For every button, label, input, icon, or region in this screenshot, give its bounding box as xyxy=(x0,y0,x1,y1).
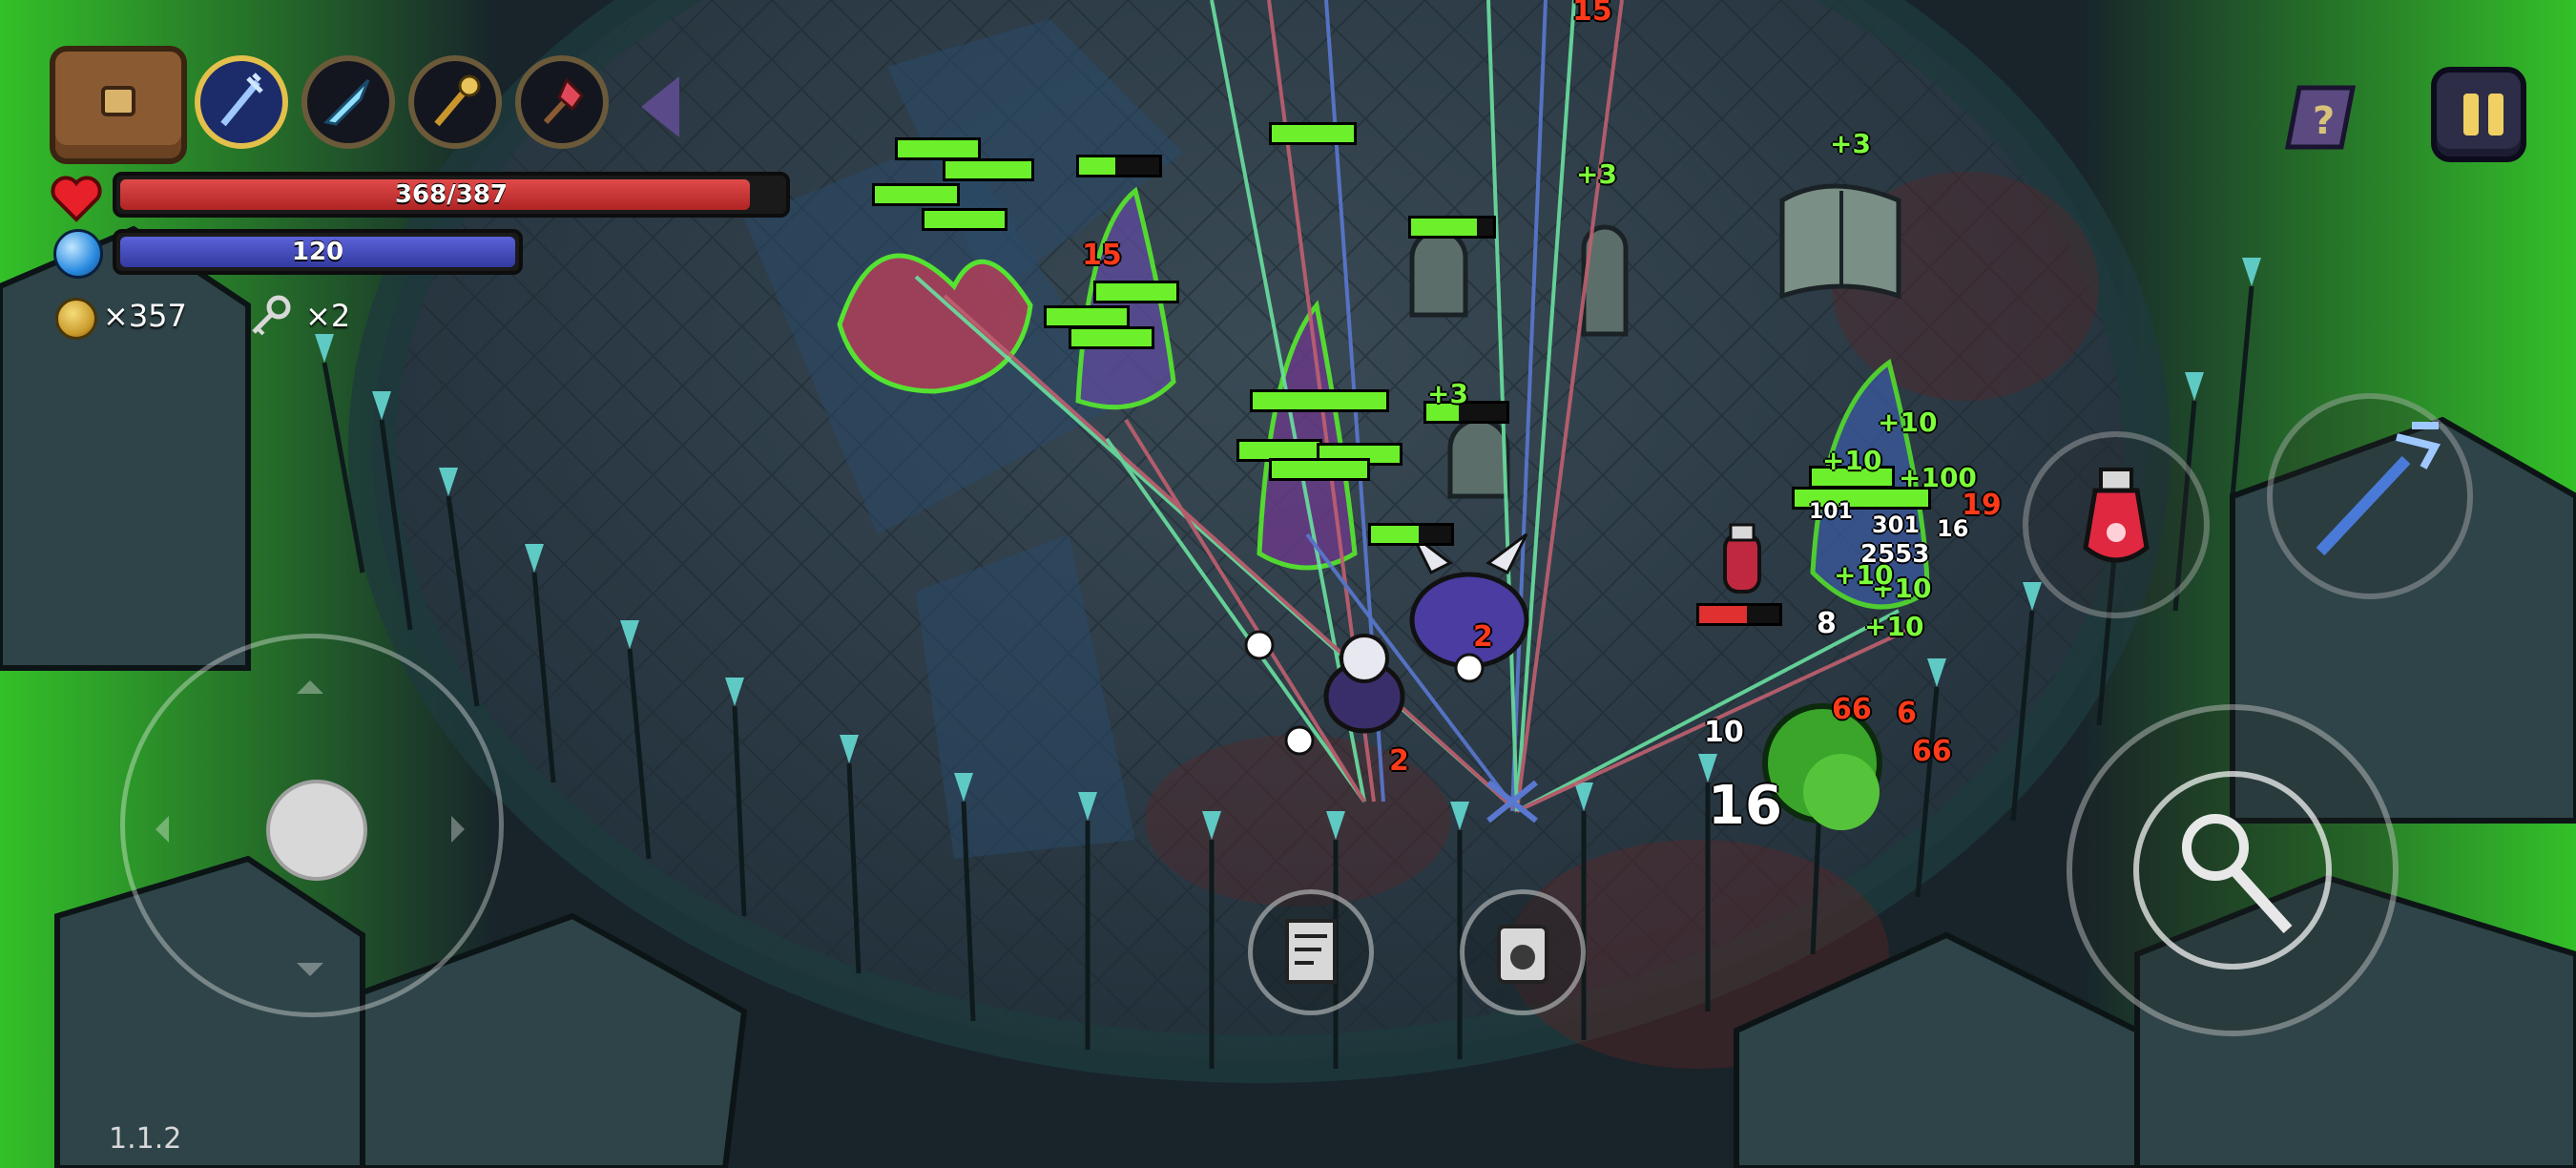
triangle-left-icon[interactable] xyxy=(641,76,679,137)
golden-staff-icon xyxy=(434,74,481,127)
enemy-health-bar xyxy=(1269,458,1370,481)
damage-number: 19 xyxy=(1962,489,2002,522)
weapon-slot-4[interactable] xyxy=(515,55,609,149)
damage-number: 16 xyxy=(1708,775,1782,837)
damage-number: 2 xyxy=(1389,744,1409,778)
coin-icon xyxy=(55,298,97,340)
trident-icon xyxy=(220,73,263,127)
camera-icon xyxy=(1497,925,1548,984)
enemy-health-bar xyxy=(1696,603,1782,626)
enemy-health-bar xyxy=(922,208,1008,231)
pause-icon-bar xyxy=(2488,94,2503,136)
heal-number: +3 xyxy=(1427,378,1468,409)
camera-button[interactable] xyxy=(1460,889,1586,1015)
damage-number: 301 xyxy=(1872,511,1921,538)
chevron-left-icon xyxy=(142,816,169,843)
damage-number: 66 xyxy=(1832,693,1872,726)
enemy-health-bar xyxy=(1076,155,1162,177)
spell-book xyxy=(1779,183,1901,300)
scroll-button[interactable] xyxy=(1248,889,1374,1015)
question-book-icon[interactable]: ? xyxy=(2275,74,2362,162)
heal-number: +3 xyxy=(1576,158,1617,190)
chevron-up-icon xyxy=(297,667,323,694)
pause-icon xyxy=(2463,94,2479,136)
health-bar: 368/387 xyxy=(113,172,790,218)
enemy-health-bar xyxy=(1269,122,1357,145)
enemy-health-bar xyxy=(1368,523,1454,546)
svg-text:?: ? xyxy=(2313,99,2335,143)
damage-number: 15 xyxy=(1082,239,1122,272)
damage-number: 101 xyxy=(1809,500,1853,524)
staff-attack-icon xyxy=(2182,814,2293,934)
damage-number: 2 xyxy=(1473,620,1493,654)
key-icon xyxy=(252,295,291,336)
heal-number: +10 xyxy=(1822,445,1882,476)
ice-blade-icon xyxy=(322,78,370,126)
movement-joystick[interactable] xyxy=(120,634,504,1017)
damage-number: 2553 xyxy=(1860,540,1930,569)
weapon-swap-button[interactable] xyxy=(2267,393,2473,599)
damage-number: 15 xyxy=(1572,0,1612,28)
joystick-knob[interactable] xyxy=(266,780,367,881)
trident-swap-icon xyxy=(2316,422,2441,556)
health-potion-icon xyxy=(2083,468,2150,563)
heal-number: +3 xyxy=(1830,128,1871,159)
heart-icon xyxy=(51,176,102,222)
potion-pickup xyxy=(1723,523,1761,594)
weapon-slot-3[interactable] xyxy=(408,55,502,149)
crimson-crystal-icon xyxy=(543,77,584,125)
potion-button[interactable] xyxy=(2023,431,2210,618)
scroll-icon xyxy=(1285,919,1337,984)
heal-number: +10 xyxy=(1864,611,1924,642)
enemy-health-bar xyxy=(943,158,1034,181)
heal-number: +10 xyxy=(1878,407,1938,438)
chest-bag-icon xyxy=(101,86,135,116)
enemy-health-bar xyxy=(1044,305,1130,328)
health-text: 368/387 xyxy=(394,180,509,209)
mana-orb-icon xyxy=(53,229,103,279)
damage-number: 10 xyxy=(1704,716,1744,749)
weapon-slot-1[interactable] xyxy=(195,55,288,149)
enemy-health-bar xyxy=(872,183,960,206)
enemy-health-bar xyxy=(1408,216,1496,239)
attack-button[interactable] xyxy=(2067,704,2399,1036)
damage-number: 6 xyxy=(1897,697,1917,730)
coin-count: ×357 xyxy=(103,298,187,334)
version-label: 1.1.2 xyxy=(109,1122,182,1156)
enemy-health-bar xyxy=(1069,326,1154,349)
damage-number: 8 xyxy=(1817,607,1837,640)
chevron-down-icon xyxy=(297,963,323,990)
chevron-right-icon xyxy=(451,816,478,843)
inventory-button[interactable] xyxy=(50,46,187,164)
damage-number: 66 xyxy=(1912,735,1952,768)
weapon-slot-2[interactable] xyxy=(301,55,395,149)
enemy-health-bar xyxy=(1093,281,1179,303)
mana-bar: 120 xyxy=(113,229,523,275)
pause-button[interactable] xyxy=(2431,67,2526,162)
enemy-health-bar xyxy=(895,137,981,160)
mana-text: 120 xyxy=(291,238,344,266)
key-count: ×2 xyxy=(305,298,351,334)
enemy-health-bar xyxy=(1250,389,1389,412)
